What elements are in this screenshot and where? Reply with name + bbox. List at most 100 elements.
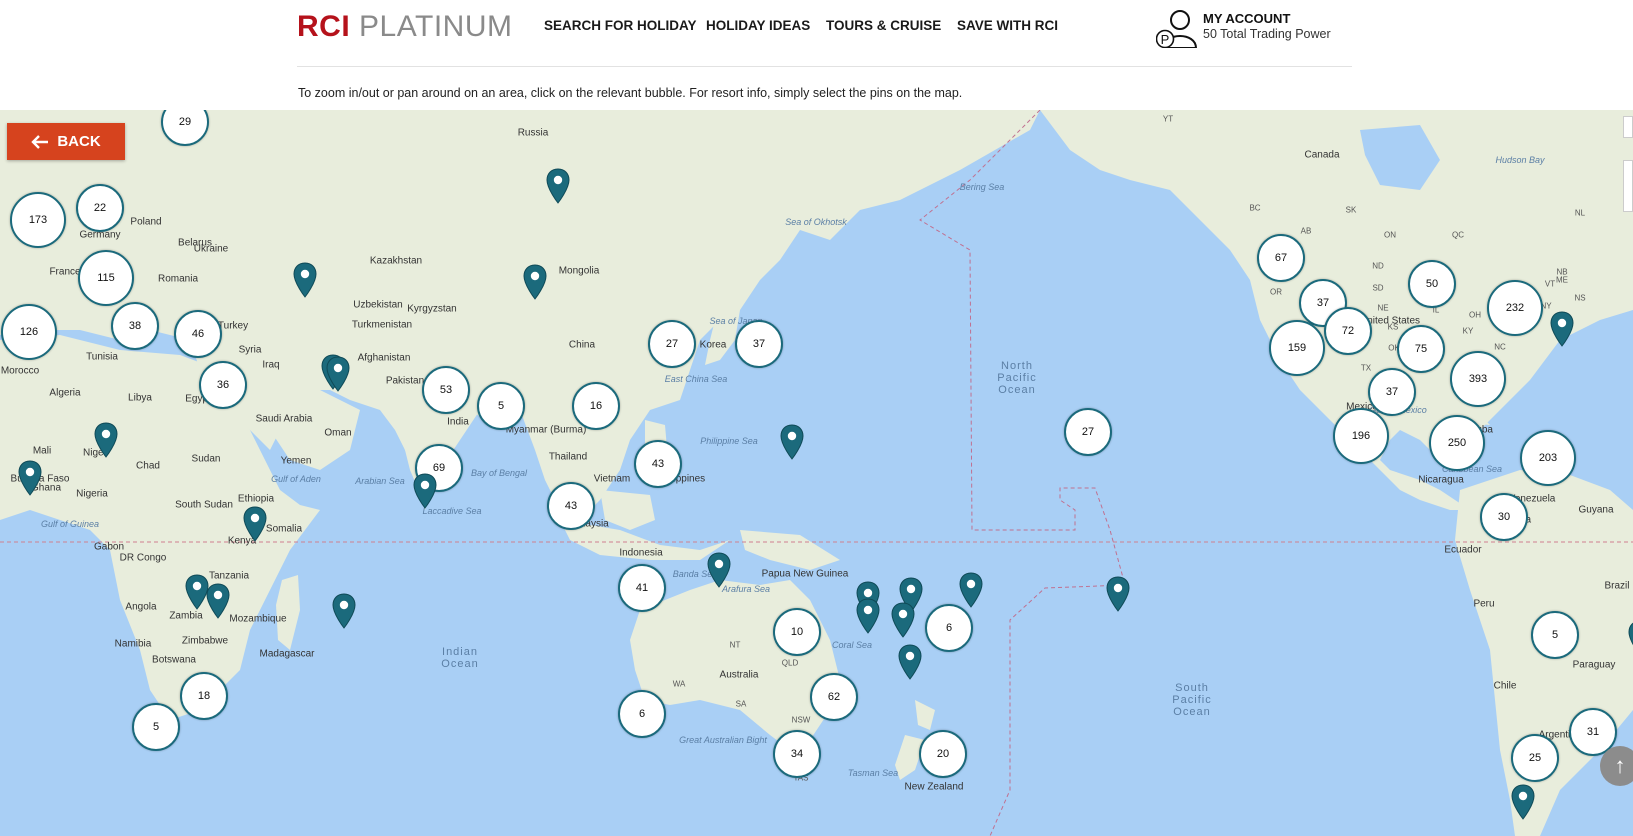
- resort-pin-icon[interactable]: [891, 602, 915, 638]
- resort-cluster-bubble[interactable]: 37: [735, 320, 783, 368]
- resort-cluster-bubble[interactable]: 232: [1487, 280, 1543, 336]
- arrow-up-icon: ↑: [1614, 753, 1626, 778]
- country-label: Angola: [125, 601, 157, 613]
- sea-label: Gulf of Aden: [271, 474, 321, 484]
- resort-cluster-bubble[interactable]: 22: [76, 184, 124, 232]
- ocean-label: Indian Ocean: [441, 646, 479, 670]
- resort-pin-icon[interactable]: [1628, 620, 1633, 656]
- resort-cluster-bubble[interactable]: 159: [1269, 320, 1325, 376]
- resort-pin-icon[interactable]: [707, 552, 731, 588]
- resort-cluster-bubble[interactable]: 115: [78, 250, 134, 306]
- resort-pin-icon[interactable]: [1106, 576, 1130, 612]
- resort-cluster-bubble[interactable]: 37: [1368, 368, 1416, 416]
- nav-holiday-ideas[interactable]: HOLIDAY IDEAS: [706, 18, 810, 33]
- resort-cluster-bubble[interactable]: 34: [773, 730, 821, 778]
- resort-pin-icon[interactable]: [898, 644, 922, 680]
- resort-pin-icon[interactable]: [856, 598, 880, 634]
- resort-cluster-bubble[interactable]: 43: [547, 482, 595, 530]
- sea-label: Bering Sea: [959, 182, 1005, 192]
- country-label: Gabon: [93, 541, 125, 553]
- resort-pin-icon[interactable]: [206, 583, 230, 619]
- resort-cluster-bubble[interactable]: 67: [1257, 234, 1305, 282]
- country-label: Poland: [130, 216, 162, 228]
- resort-pin-icon[interactable]: [523, 264, 547, 300]
- resort-cluster-bubble[interactable]: 53: [422, 366, 470, 414]
- resort-cluster-bubble[interactable]: 196: [1333, 408, 1389, 464]
- resort-pin-icon[interactable]: [243, 506, 267, 542]
- resort-cluster-bubble[interactable]: 30: [1480, 493, 1528, 541]
- resort-pin-icon[interactable]: [332, 593, 356, 629]
- resort-cluster-bubble[interactable]: 46: [174, 310, 222, 358]
- resort-cluster-bubble[interactable]: 25: [1511, 734, 1559, 782]
- resort-cluster-bubble[interactable]: 173: [10, 192, 66, 248]
- country-label: India: [447, 416, 469, 428]
- country-label: DR Congo: [119, 552, 167, 564]
- resort-cluster-bubble[interactable]: 6: [618, 690, 666, 738]
- scroll-to-top-button[interactable]: ↑: [1600, 746, 1633, 786]
- country-label: Madagascar: [259, 648, 315, 660]
- back-button[interactable]: BACK: [7, 123, 125, 160]
- resort-cluster-bubble[interactable]: 27: [1064, 408, 1112, 456]
- nav-save-with-rci[interactable]: SAVE WITH RCI: [957, 18, 1058, 33]
- region-label: ME: [1556, 275, 1568, 285]
- region-label: AB: [1300, 226, 1312, 236]
- resort-cluster-bubble[interactable]: 20: [919, 730, 967, 778]
- sea-label: Philippine Sea: [700, 436, 758, 446]
- resort-cluster-bubble[interactable]: 393: [1450, 351, 1506, 407]
- resort-cluster-bubble[interactable]: 203: [1520, 430, 1576, 486]
- world-map[interactable]: Russia Canada Belarus Poland Germany Ukraine F…: [0, 110, 1633, 836]
- resort-pin-icon[interactable]: [18, 460, 42, 496]
- country-label: Oman: [324, 427, 352, 439]
- region-label: YT: [1162, 114, 1174, 124]
- resort-cluster-bubble[interactable]: 18: [180, 672, 228, 720]
- resort-cluster-bubble[interactable]: 75: [1397, 325, 1445, 373]
- resort-pin-icon[interactable]: [293, 262, 317, 298]
- map-instructions: To zoom in/out or pan around on an area,…: [298, 86, 963, 100]
- country-label: Uzbekistan: [353, 299, 403, 311]
- country-label: Saudi Arabia: [255, 413, 313, 425]
- resort-cluster-bubble[interactable]: 43: [634, 440, 682, 488]
- header-divider: [297, 66, 1352, 67]
- country-label: Mozambique: [229, 613, 287, 625]
- ocean-label: South Pacific Ocean: [1172, 682, 1212, 718]
- resort-cluster-bubble[interactable]: 16: [572, 382, 620, 430]
- resort-cluster-bubble[interactable]: 126: [1, 304, 57, 360]
- resort-pin-icon[interactable]: [959, 572, 983, 608]
- resort-cluster-bubble[interactable]: 5: [1531, 611, 1579, 659]
- resort-pin-icon[interactable]: [546, 168, 570, 204]
- resort-pin-icon[interactable]: [413, 473, 437, 509]
- my-account-link[interactable]: MY ACCOUNT: [1203, 11, 1290, 26]
- rci-platinum-logo[interactable]: RCI PLATINUM: [297, 10, 512, 44]
- resort-pin-icon[interactable]: [1550, 311, 1574, 347]
- nav-tours-cruise[interactable]: TOURS & CRUISE: [826, 18, 941, 33]
- country-label: New Zealand: [904, 781, 964, 793]
- resort-cluster-bubble[interactable]: 50: [1408, 260, 1456, 308]
- resort-cluster-bubble[interactable]: 62: [810, 673, 858, 721]
- resort-cluster-bubble[interactable]: 36: [199, 361, 247, 409]
- fullscreen-control[interactable]: [1623, 116, 1633, 138]
- country-label: Sudan: [191, 453, 221, 465]
- resort-cluster-bubble[interactable]: 5: [477, 382, 525, 430]
- resort-cluster-bubble[interactable]: 10: [773, 608, 821, 656]
- account-user-icon[interactable]: P: [1156, 8, 1198, 48]
- resort-cluster-bubble[interactable]: 27: [648, 320, 696, 368]
- zoom-control[interactable]: [1623, 160, 1633, 212]
- country-label: Tanzania: [208, 570, 250, 582]
- nav-search-for-holiday[interactable]: SEARCH FOR HOLIDAY: [544, 18, 697, 33]
- resort-pin-icon[interactable]: [326, 356, 350, 392]
- resort-cluster-bubble[interactable]: 38: [111, 302, 159, 350]
- resort-pin-icon[interactable]: [1511, 784, 1535, 820]
- resort-cluster-bubble[interactable]: 250: [1429, 415, 1485, 471]
- resort-cluster-bubble[interactable]: 41: [618, 564, 666, 612]
- region-label: ON: [1384, 230, 1396, 240]
- country-label: Russia: [517, 127, 549, 139]
- site-header: RCI PLATINUM SEARCH FOR HOLIDAY HOLIDAY …: [0, 0, 1633, 110]
- resort-pin-icon[interactable]: [780, 424, 804, 460]
- country-label: Kyrgyzstan: [407, 303, 457, 315]
- resort-cluster-bubble[interactable]: 72: [1324, 307, 1372, 355]
- resort-pin-icon[interactable]: [94, 422, 118, 458]
- resort-cluster-bubble[interactable]: 6: [925, 604, 973, 652]
- trading-power-text: 50 Total Trading Power: [1203, 27, 1331, 41]
- region-label: KS: [1387, 322, 1399, 332]
- resort-cluster-bubble[interactable]: 5: [132, 703, 180, 751]
